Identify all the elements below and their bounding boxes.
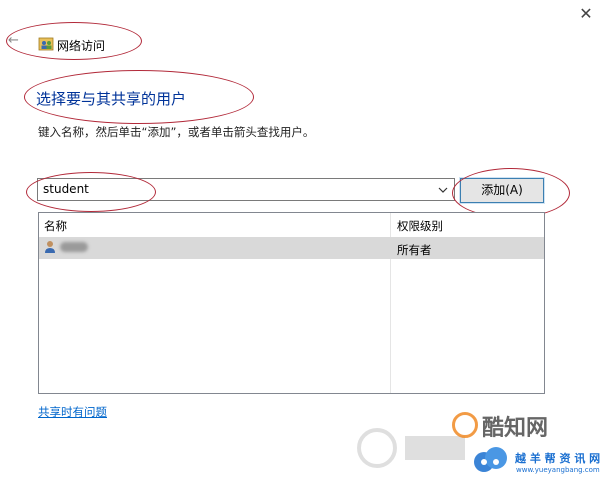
annotation-circle-add (452, 168, 570, 218)
close-icon[interactable]: ✕ (576, 4, 596, 24)
user-icon (45, 241, 55, 253)
table-row[interactable] (39, 237, 544, 259)
annotation-circle-input (26, 172, 156, 212)
watermark-site-url: www.yueyangbang.com (516, 466, 600, 474)
watermark-brand: 酷知网 (482, 416, 549, 441)
chevron-down-icon[interactable] (438, 186, 448, 194)
watermark-site-name: 越 羊 帮 资 讯 网 (515, 452, 601, 465)
instruction-text: 键入名称，然后单击“添加”，或者单击箭头查找用户。 (38, 125, 315, 139)
watermark-logo-icon (452, 412, 478, 438)
user-name-redacted (60, 242, 88, 252)
annotation-circle-title (6, 22, 142, 60)
annotation-circle-heading (24, 70, 254, 124)
user-permission[interactable]: 所有者 (397, 242, 432, 258)
column-header-permission[interactable]: 权限级别 (397, 218, 443, 234)
sharing-help-link[interactable]: 共享时有问题 (38, 404, 107, 420)
watermark-cloud-icon (474, 447, 507, 472)
column-header-name[interactable]: 名称 (44, 218, 67, 234)
